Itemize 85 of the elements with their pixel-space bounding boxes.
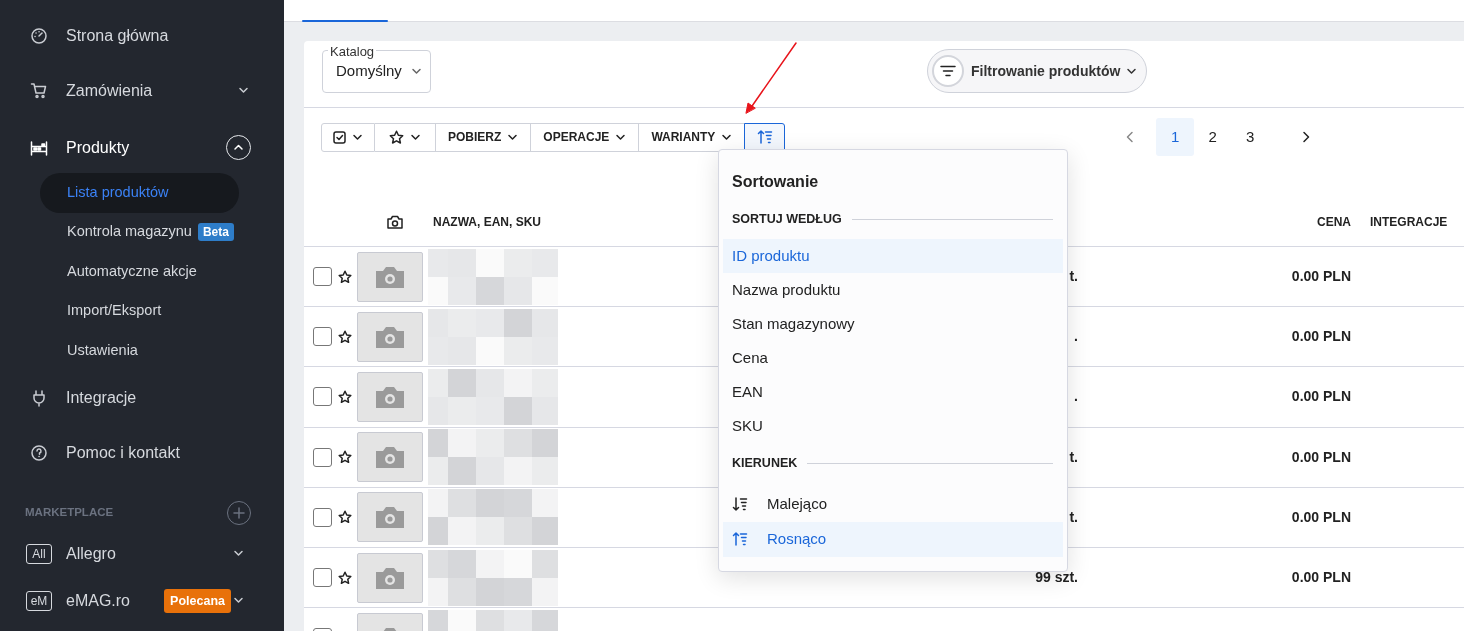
row-checkbox[interactable] [313, 568, 332, 588]
nav-item[interactable]: Allegro [66, 541, 116, 566]
toolbar-button[interactable]: OPERACJE [531, 122, 640, 152]
gauge-icon [30, 26, 48, 45]
price-cell-text: 0.00 PLN [1290, 387, 1351, 407]
camera-icon [386, 213, 404, 230]
star-icon[interactable] [338, 269, 352, 284]
row-checkbox[interactable] [313, 387, 332, 407]
submenu-item[interactable]: Import/Eksport [40, 291, 239, 331]
stock-cell-text: t. [1068, 447, 1078, 467]
submenu-item[interactable]: Automatyczne akcje [40, 252, 239, 292]
star-icon[interactable] [338, 510, 352, 525]
star-icon[interactable] [338, 570, 352, 585]
menu-option[interactable]: Stan magazynowy [723, 307, 1063, 341]
nav-item[interactable]: Integracje [66, 386, 137, 410]
checkbox-icon [333, 130, 346, 144]
sort-ascending-icon [732, 530, 750, 549]
nav-item[interactable]: eMAG.ro [66, 588, 130, 613]
shelf-icon [30, 138, 48, 157]
row-checkbox[interactable] [313, 507, 332, 527]
page-button[interactable]: 1 [1156, 118, 1194, 156]
star-icon [389, 129, 404, 145]
column-header: INTEGRACJE [1369, 213, 1449, 231]
row-checkbox[interactable] [313, 327, 332, 347]
section-heading: KIERUNEK [732, 454, 799, 472]
nav-item[interactable]: Produkty [66, 135, 130, 160]
stock-cell-text: t. [1068, 267, 1078, 287]
price-cell-text: 0.00 PLN [1290, 327, 1351, 347]
camera-icon [375, 446, 405, 469]
beta-badge: Beta [197, 223, 234, 242]
toolbar-button[interactable]: POBIERZ [436, 122, 532, 152]
sort-ascending-icon [756, 129, 773, 145]
page-button[interactable]: 3 [1231, 118, 1269, 156]
price-cell-text: 0.00 PLN [1290, 267, 1351, 287]
plug-icon [30, 389, 48, 407]
filter-lines-icon [940, 65, 956, 77]
submenu-item[interactable]: Ustawienia [40, 331, 239, 371]
sort-descending-icon [732, 495, 750, 514]
marketplace-logo: All [26, 543, 52, 564]
sort-button[interactable] [744, 122, 786, 152]
column-header: NAZWA, EAN, SKU [433, 213, 541, 231]
filter-button[interactable]: Filtrowanie produktów [927, 49, 1147, 93]
camera-icon [375, 566, 405, 589]
camera-icon [375, 265, 405, 288]
help-icon [30, 444, 48, 462]
camera-icon [375, 506, 405, 529]
select-menu-button[interactable] [321, 122, 375, 152]
plus-icon [233, 506, 245, 519]
chevron-up-icon [233, 142, 244, 153]
submenu-item[interactable]: Lista produktów [40, 173, 239, 213]
favorite-menu-button[interactable] [375, 122, 436, 152]
nav-item[interactable]: Zamówienia [66, 78, 153, 103]
star-icon[interactable] [338, 389, 352, 404]
menu-option[interactable]: Rosnąco [723, 522, 1063, 557]
price-cell-text: 0.00 PLN [1290, 447, 1351, 467]
menu-option[interactable]: EAN [723, 375, 1063, 409]
menu-title: Sortowanie [731, 172, 820, 192]
page-button[interactable]: 2 [1193, 118, 1232, 156]
stock-cell-text: 99 szt. [1034, 568, 1078, 588]
row-checkbox[interactable] [313, 267, 332, 287]
camera-icon [375, 385, 405, 408]
star-icon[interactable] [338, 329, 352, 344]
camera-icon [375, 325, 405, 348]
menu-option[interactable]: Nazwa produktu [723, 273, 1063, 307]
stock-cell-text: . [1073, 387, 1078, 407]
column-header: CENA [1316, 213, 1351, 231]
price-cell-text: 0.00 PLN [1290, 568, 1351, 588]
menu-option[interactable]: Malejąco [723, 487, 1063, 522]
price-cell-text: 0.00 PLN [1290, 507, 1351, 527]
nav-item[interactable]: Pomoc i kontakt [66, 441, 180, 465]
section-heading: MARKETPLACE [25, 504, 114, 520]
menu-option[interactable]: Cena [723, 341, 1063, 375]
star-icon[interactable] [338, 450, 352, 465]
submenu-item[interactable]: Kontrola magazynu [67, 221, 192, 244]
recommended-badge: Polecana [164, 588, 231, 613]
marketplace-logo: eM [26, 590, 52, 611]
section-heading: SORTUJ WEDŁUG [732, 210, 843, 228]
menu-option[interactable]: SKU [723, 409, 1063, 443]
row-checkbox[interactable] [313, 447, 332, 467]
stock-cell-text: t. [1068, 507, 1078, 527]
chevron-down-icon [411, 66, 422, 77]
cart-icon [30, 81, 48, 100]
nav-item[interactable]: Strona główna [66, 23, 169, 48]
stock-cell-text: . [1073, 327, 1078, 347]
menu-option[interactable]: ID produktu [723, 239, 1063, 273]
